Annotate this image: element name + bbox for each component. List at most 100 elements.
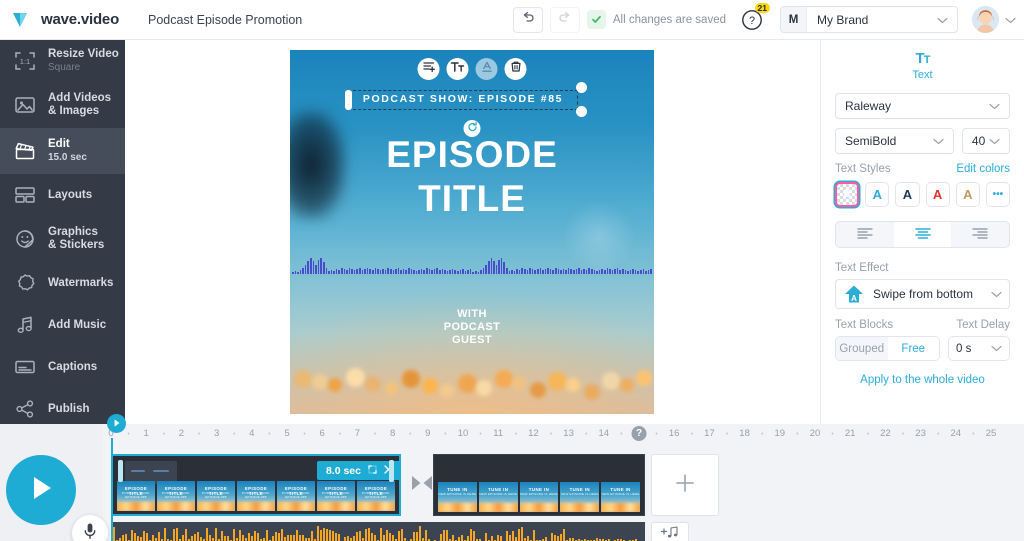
audio-waveform-bar [335, 532, 337, 541]
video-stage[interactable]: PODCAST SHOW: EPISODE #85 EPISODE TITLE … [290, 50, 654, 414]
bokeh-light [346, 368, 366, 388]
clip-trim-handle-left[interactable] [118, 460, 123, 482]
add-text-block-icon [422, 60, 435, 78]
ruler-tick: 23 [915, 428, 926, 439]
font-family-select[interactable]: Raleway [835, 93, 1010, 119]
waveform-bar [542, 270, 544, 274]
text-style-swatch-1[interactable]: A [865, 182, 890, 207]
waveform-bar [328, 271, 330, 274]
waveform-bar [521, 268, 524, 274]
undo-button[interactable] [512, 6, 543, 33]
apply-to-whole-video-link[interactable]: Apply to the whole video [835, 374, 1010, 386]
preview-play-button[interactable] [107, 414, 126, 433]
clip-trim-handle-right[interactable] [389, 460, 394, 482]
sidebar-item-sublabel: Square [48, 62, 81, 73]
sidebar-item-watermarks[interactable]: Watermarks [0, 262, 125, 304]
audio-waveform-bar [197, 532, 199, 541]
waveform-bar [622, 269, 624, 274]
sidebar-item-graphics-stickers[interactable]: Graphics & Stickers [0, 216, 125, 262]
text-style-swatch-4[interactable]: A [955, 182, 980, 207]
font-style-button[interactable] [475, 58, 498, 80]
audio-waveform-bar [158, 532, 160, 541]
audio-waveform-bar [347, 536, 349, 541]
help-button[interactable]: ? 21 [740, 2, 770, 33]
project-title[interactable]: Podcast Episode Promotion [148, 13, 302, 27]
text-style-swatch-2[interactable]: A [895, 182, 920, 207]
align-left-button[interactable] [836, 222, 894, 247]
brand-selector[interactable]: M My Brand [780, 6, 958, 33]
audio-waveform-bar [305, 537, 307, 541]
sidebar-item-sublabel: & Stickers [48, 239, 105, 251]
smiley-sticker-icon [10, 225, 40, 253]
text-delay-select[interactable]: 0 s [948, 336, 1010, 361]
logo[interactable]: wave.video [0, 10, 136, 30]
ruler-tick: 14 [598, 428, 610, 439]
delete-button[interactable] [504, 58, 527, 80]
waveform-bar [645, 271, 647, 274]
audio-waveform-bar [485, 532, 487, 541]
ruler-minor-tick: • [584, 431, 588, 438]
audio-waveform-bar [284, 536, 286, 541]
ruler-minor-tick: • [549, 431, 553, 438]
waveform-bar [438, 270, 441, 274]
timeline-ruler[interactable]: 0 • 1 • 2 • 3 • 4 • 5 • 6 • 7 • 8 • 9 • 10 • 11 • 12 • 13 • 14 •? • 16 •… [103, 424, 1024, 446]
audio-waveform-bar [344, 536, 346, 541]
waveform-bar [585, 270, 588, 274]
waveform-bar [462, 269, 464, 274]
sidebar-item-label: Graphics [48, 226, 98, 238]
sidebar-item-add-videos-images[interactable]: Add Videos & Images [0, 82, 125, 128]
text-style-swatch-0[interactable]: A [835, 182, 860, 207]
waveform-bar [616, 268, 619, 274]
episode-title-line1[interactable]: EPISODE [290, 134, 654, 176]
transition-button[interactable] [409, 474, 435, 496]
sidebar-item-edit[interactable]: Edit 15.0 sec [0, 128, 125, 174]
sidebar-item-resize-video[interactable]: 1:1 Resize Video Square [0, 40, 125, 82]
add-music-button[interactable] [651, 522, 689, 541]
ruler-minor-tick: • [338, 431, 342, 438]
add-text-block-button[interactable] [417, 58, 440, 80]
waveform-bar [322, 262, 325, 274]
text-style-swatch-3[interactable]: A [925, 182, 950, 207]
timeline-clip-2[interactable]: TUNE IN NEW EPISODE IS HERE TUNE IN NEW EPI… [433, 454, 645, 516]
playhead[interactable] [111, 438, 113, 541]
episode-title-line2[interactable]: TITLE [290, 178, 654, 220]
selected-text-box[interactable]: PODCAST SHOW: EPISODE #85 [345, 82, 587, 117]
sidebar-item-add-music[interactable]: Add Music [0, 304, 125, 346]
font-size-select[interactable]: 40 [961, 128, 1010, 154]
text-blocks-free-option[interactable]: Free [887, 337, 939, 360]
sidebar-item-label: Layouts [48, 188, 93, 201]
play-button[interactable] [6, 455, 76, 525]
redo-button[interactable] [549, 6, 580, 33]
waveform-bar [565, 270, 567, 274]
user-menu[interactable] [972, 6, 1016, 33]
text-effect-select[interactable]: A Swipe from bottom [835, 279, 1010, 309]
sidebar-item-captions[interactable]: Captions [0, 346, 125, 388]
resize-handle-bottom-right[interactable] [576, 106, 587, 117]
font-weight-select[interactable]: SemiBold [835, 128, 954, 154]
waveform-bar [544, 269, 547, 274]
waveform-bar [415, 271, 418, 274]
waveform-bar [632, 269, 634, 274]
more-text-styles-button[interactable]: ••• [985, 182, 1011, 207]
sidebar-item-layouts[interactable]: Layouts [0, 174, 125, 216]
text-blocks-grouped-option[interactable]: Grouped [836, 337, 888, 360]
waveform-bar [402, 269, 405, 274]
guest-credit[interactable]: WITH PODCAST GUEST [290, 308, 654, 347]
resize-handle-top-right[interactable] [576, 82, 587, 93]
audio-waveform-bar [467, 536, 469, 541]
timeline-clip-1[interactable]: 8.0 sec EPISODE TITLE PODCAST SHOW: EPISO… [111, 454, 401, 516]
resize-handle-left[interactable] [345, 90, 352, 110]
waveform-bar [379, 270, 382, 274]
expand-corners-icon[interactable] [368, 464, 377, 477]
align-center-button[interactable] [893, 222, 952, 247]
text-format-button[interactable] [446, 58, 469, 80]
timeline-help-marker[interactable]: ? [631, 426, 647, 441]
align-right-button[interactable] [951, 222, 1009, 247]
text-delay-value: 0 s [956, 342, 972, 355]
waveform-bar [449, 270, 451, 274]
add-clip-button[interactable] [651, 454, 719, 516]
thumbnail-sublabel: PODCAST SHOW: EPISODE #85 [162, 491, 190, 499]
edit-colors-link[interactable]: Edit colors [956, 163, 1010, 175]
bokeh-light [402, 370, 420, 388]
audio-track[interactable] [111, 522, 645, 541]
